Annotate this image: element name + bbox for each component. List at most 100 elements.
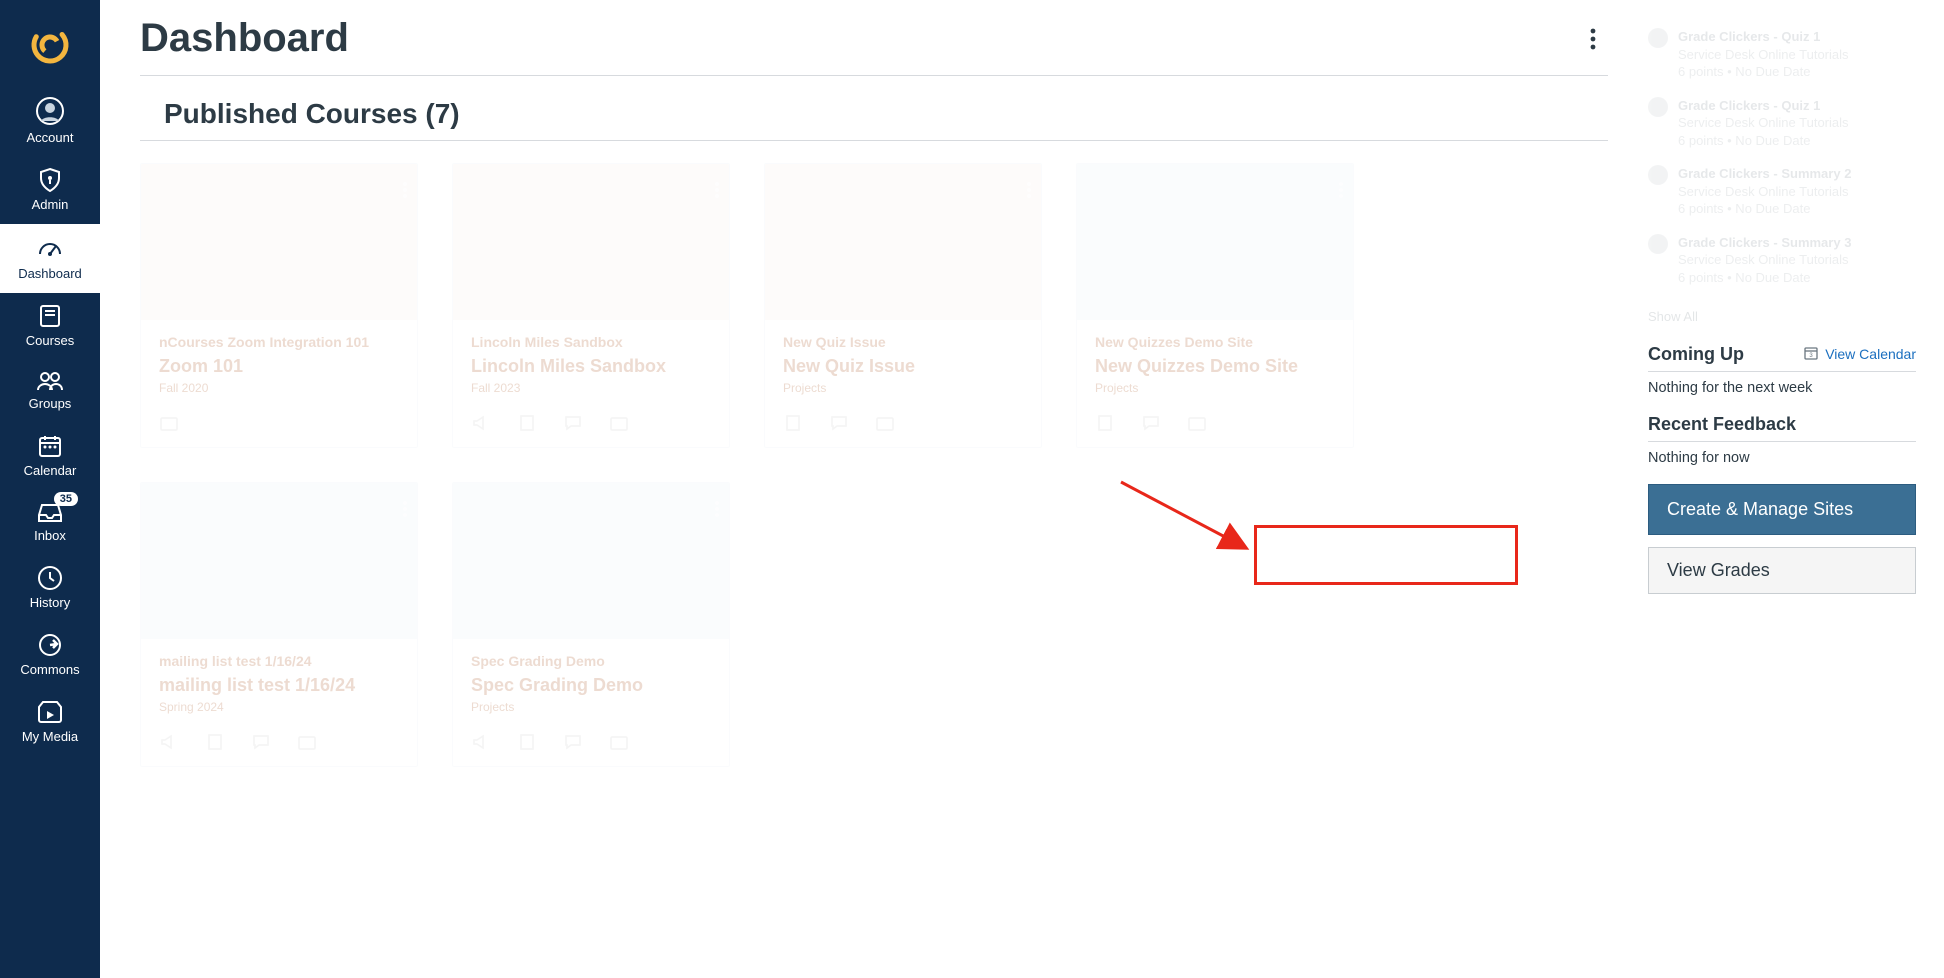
assignment-icon[interactable] [783,413,803,433]
todo-title: Grade Clickers - Quiz 1 [1678,97,1849,115]
recent-feedback-body: Nothing for now [1648,450,1916,466]
dashboard-header: Dashboard [140,16,1608,76]
card-term: Projects [783,381,1023,395]
card-options-icon[interactable] [1027,182,1031,203]
folder-icon[interactable] [609,413,629,433]
folder-icon[interactable] [609,732,629,752]
folder-icon[interactable] [297,732,317,752]
recent-feedback-section: Recent Feedback Nothing for now [1648,414,1916,466]
course-card[interactable]: Spec Grading Demo Spec Grading Demo Proj… [452,482,730,767]
card-footer [453,724,729,766]
assignment-icon[interactable] [1095,413,1115,433]
course-card[interactable]: Lincoln Miles Sandbox Lincoln Miles Sand… [452,163,730,448]
show-all-link[interactable]: Show All [1648,309,1916,324]
todo-list: Grade Clickers - Quiz 1Service Desk Onli… [1648,20,1916,295]
book-icon [0,303,100,329]
nav-commons[interactable]: Commons [0,622,100,689]
course-card[interactable]: mailing list test 1/16/24 mailing list t… [140,482,418,767]
nav-label: Courses [0,333,100,348]
folder-icon[interactable] [1187,413,1207,433]
todo-item[interactable]: Grade Clickers - Summary 3Service Desk O… [1648,226,1916,295]
assignment-icon[interactable] [517,732,537,752]
create-manage-sites-button[interactable]: Create & Manage Sites [1648,484,1916,535]
todo-course: Service Desk Online Tutorials [1678,251,1851,269]
todo-item[interactable]: Grade Clickers - Quiz 1Service Desk Onli… [1648,20,1916,89]
nav-account[interactable]: Account [0,86,100,157]
todo-dot-icon [1648,28,1668,48]
course-card[interactable]: New Quiz Issue New Quiz Issue Projects [764,163,1042,448]
card-options-icon[interactable] [403,501,407,522]
card-options-icon[interactable] [715,501,719,522]
card-subtitle: Lincoln Miles Sandbox [471,356,711,377]
todo-title: Grade Clickers - Summary 3 [1678,234,1851,252]
app-logo [27,22,73,68]
shield-icon [0,167,100,193]
gauge-icon [0,234,100,262]
todo-title: Grade Clickers - Quiz 1 [1678,28,1849,46]
nav-inbox[interactable]: 35 Inbox [0,490,100,555]
card-subtitle: Zoom 101 [159,356,399,377]
card-options-icon[interactable] [403,182,407,203]
card-footer [141,724,417,766]
todo-dot-icon [1648,97,1668,117]
card-title: Lincoln Miles Sandbox [471,334,711,350]
card-footer [765,405,1041,447]
course-card[interactable]: New Quizzes Demo Site New Quizzes Demo S… [1076,163,1354,448]
assignment-icon[interactable] [517,413,537,433]
nav-label: Calendar [0,463,100,478]
view-calendar-label: View Calendar [1825,346,1916,362]
user-circle-icon [0,96,100,126]
card-term: Projects [1095,381,1335,395]
page-title: Dashboard [140,16,349,61]
nav-my-media[interactable]: My Media [0,689,100,756]
nav-label: Dashboard [0,266,100,281]
discussion-icon[interactable] [563,732,583,752]
todo-course: Service Desk Online Tutorials [1678,183,1851,201]
calendar-icon [0,433,100,459]
dashboard-options-button[interactable] [1578,24,1608,54]
announcement-icon[interactable] [159,732,179,752]
content-column: Dashboard Published Courses (7) nCourses… [140,16,1648,978]
view-grades-button[interactable]: View Grades [1648,547,1916,594]
nav-label: Admin [0,197,100,212]
right-sidebar: Grade Clickers - Quiz 1Service Desk Onli… [1648,16,1916,978]
nav-calendar[interactable]: Calendar [0,423,100,490]
folder-icon[interactable] [159,413,179,433]
nav-label: Commons [0,662,100,677]
discussion-icon[interactable] [563,413,583,433]
course-card[interactable]: nCourses Zoom Integration 101 Zoom 101 F… [140,163,418,448]
card-title: nCourses Zoom Integration 101 [159,334,399,350]
card-term: Spring 2024 [159,700,399,714]
discussion-icon[interactable] [1141,413,1161,433]
folder-icon[interactable] [875,413,895,433]
nav-history[interactable]: History [0,555,100,622]
nav-admin[interactable]: Admin [0,157,100,224]
recent-feedback-heading: Recent Feedback [1648,414,1796,435]
nav-courses[interactable]: Courses [0,293,100,360]
card-subtitle: New Quizzes Demo Site [1095,356,1335,377]
inbox-badge: 35 [54,492,78,506]
todo-item[interactable]: Grade Clickers - Summary 2Service Desk O… [1648,157,1916,226]
announcement-icon[interactable] [471,732,491,752]
announcement-icon[interactable] [471,413,491,433]
discussion-icon[interactable] [829,413,849,433]
discussion-icon[interactable] [251,732,271,752]
clock-icon [0,565,100,591]
card-footer [453,405,729,447]
main: Dashboard Published Courses (7) nCourses… [100,0,1944,978]
nav-dashboard[interactable]: Dashboard [0,224,100,293]
assignment-icon[interactable] [205,732,225,752]
todo-title: Grade Clickers - Summary 2 [1678,165,1851,183]
card-options-icon[interactable] [1339,182,1343,203]
view-calendar-link[interactable]: 3 View Calendar [1803,345,1916,364]
todo-meta: 6 points • No Due Date [1678,200,1851,218]
people-icon [0,370,100,392]
section-heading: Published Courses (7) [140,94,1608,141]
todo-item[interactable]: Grade Clickers - Quiz 1Service Desk Onli… [1648,89,1916,158]
nav-groups[interactable]: Groups [0,360,100,423]
nav-label: Inbox [0,528,100,543]
todo-course: Service Desk Online Tutorials [1678,114,1849,132]
card-footer [1077,405,1353,447]
inbox-icon [0,500,100,524]
card-options-icon[interactable] [715,182,719,203]
